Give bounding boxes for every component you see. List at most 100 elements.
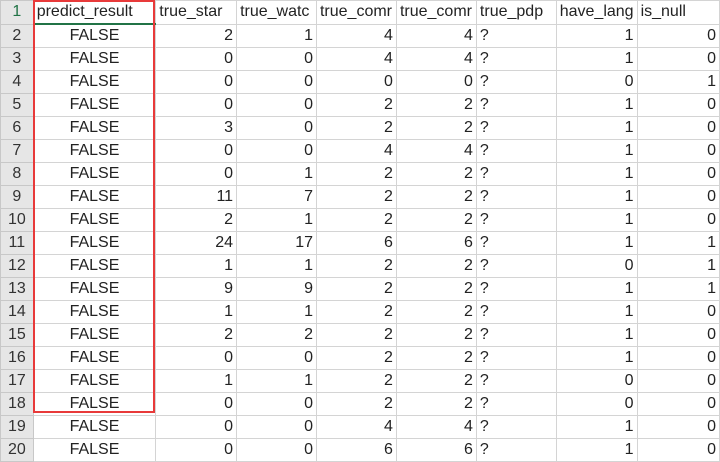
data-cell[interactable]: 1 — [636, 231, 720, 255]
column-header-cell[interactable]: true_star — [155, 0, 238, 25]
data-cell[interactable]: ? — [475, 369, 557, 393]
data-cell[interactable]: 4 — [395, 139, 477, 163]
data-cell[interactable]: 2 — [395, 185, 477, 209]
data-cell[interactable]: 2 — [395, 116, 477, 140]
data-cell[interactable]: 2 — [315, 277, 397, 301]
data-cell[interactable]: ? — [475, 231, 557, 255]
data-cell[interactable]: 1 — [236, 23, 317, 48]
data-cell[interactable]: 1 — [155, 369, 238, 393]
data-cell[interactable]: ? — [475, 185, 557, 209]
data-cell[interactable]: 0 — [555, 392, 638, 416]
data-cell[interactable]: 0 — [236, 438, 317, 462]
column-header-cell[interactable]: true_comr — [395, 0, 477, 25]
data-cell[interactable]: 2 — [395, 162, 477, 186]
data-cell[interactable]: 1 — [555, 277, 638, 301]
data-cell[interactable]: 1 — [555, 231, 638, 255]
data-cell[interactable]: ? — [475, 116, 557, 140]
data-cell[interactable]: ? — [475, 47, 557, 71]
data-cell[interactable]: 2 — [395, 323, 477, 347]
data-cell[interactable]: 0 — [155, 438, 238, 462]
data-cell[interactable]: 0 — [636, 162, 720, 186]
data-cell[interactable]: 2 — [395, 346, 477, 370]
column-header-cell[interactable]: true_watc — [236, 0, 317, 25]
data-cell[interactable]: 17 — [236, 231, 317, 255]
data-cell[interactable]: 0 — [155, 47, 238, 71]
data-cell[interactable]: ? — [475, 139, 557, 163]
data-cell[interactable]: 2 — [315, 369, 397, 393]
row-number[interactable]: 16 — [0, 346, 34, 370]
data-cell[interactable]: 0 — [236, 139, 317, 163]
data-cell[interactable]: 1 — [236, 162, 317, 186]
row-number[interactable]: 14 — [0, 300, 34, 324]
data-cell[interactable]: 4 — [315, 139, 397, 163]
data-cell[interactable]: 0 — [555, 369, 638, 393]
data-cell[interactable]: 0 — [236, 116, 317, 140]
data-cell[interactable]: 2 — [155, 208, 238, 232]
row-number[interactable]: 12 — [0, 254, 34, 278]
data-cell[interactable]: 2 — [315, 208, 397, 232]
data-cell[interactable]: FALSE — [32, 23, 157, 48]
row-number[interactable]: 2 — [0, 23, 34, 48]
row-number[interactable]: 4 — [0, 70, 34, 94]
data-cell[interactable]: FALSE — [32, 185, 157, 209]
data-cell[interactable]: FALSE — [32, 415, 157, 439]
data-cell[interactable]: 2 — [315, 254, 397, 278]
data-cell[interactable]: 1 — [555, 185, 638, 209]
data-cell[interactable]: 2 — [395, 208, 477, 232]
data-cell[interactable]: 0 — [236, 93, 317, 117]
data-cell[interactable]: 0 — [555, 70, 638, 94]
data-cell[interactable]: 2 — [395, 392, 477, 416]
data-cell[interactable]: 1 — [555, 415, 638, 439]
data-cell[interactable]: 0 — [636, 93, 720, 117]
data-cell[interactable]: FALSE — [32, 346, 157, 370]
data-cell[interactable]: 2 — [395, 300, 477, 324]
row-number[interactable]: 13 — [0, 277, 34, 301]
data-cell[interactable]: 0 — [236, 346, 317, 370]
data-cell[interactable]: ? — [475, 277, 557, 301]
data-cell[interactable]: 1 — [555, 162, 638, 186]
data-cell[interactable]: 2 — [315, 346, 397, 370]
data-cell[interactable]: 1 — [636, 277, 720, 301]
data-cell[interactable]: 2 — [315, 323, 397, 347]
data-cell[interactable]: 0 — [636, 346, 720, 370]
data-cell[interactable]: 0 — [636, 185, 720, 209]
data-cell[interactable]: 0 — [155, 346, 238, 370]
data-cell[interactable]: 0 — [636, 300, 720, 324]
data-cell[interactable]: FALSE — [32, 254, 157, 278]
data-cell[interactable]: 2 — [315, 93, 397, 117]
data-cell[interactable]: 0 — [236, 70, 317, 94]
data-cell[interactable]: 1 — [555, 93, 638, 117]
data-cell[interactable]: 1 — [555, 47, 638, 71]
data-cell[interactable]: 1 — [555, 346, 638, 370]
data-cell[interactable]: ? — [475, 208, 557, 232]
data-cell[interactable]: ? — [475, 392, 557, 416]
data-cell[interactable]: 0 — [155, 162, 238, 186]
data-cell[interactable]: 6 — [395, 231, 477, 255]
row-number[interactable]: 7 — [0, 139, 34, 163]
data-cell[interactable]: 0 — [636, 323, 720, 347]
data-cell[interactable]: 3 — [155, 116, 238, 140]
data-cell[interactable]: 9 — [236, 277, 317, 301]
row-number[interactable]: 8 — [0, 162, 34, 186]
data-cell[interactable]: 1 — [155, 300, 238, 324]
data-cell[interactable]: ? — [475, 438, 557, 462]
data-cell[interactable]: 1 — [555, 116, 638, 140]
data-cell[interactable]: 2 — [395, 369, 477, 393]
data-cell[interactable]: 2 — [236, 323, 317, 347]
data-cell[interactable]: FALSE — [32, 231, 157, 255]
data-cell[interactable]: 0 — [636, 392, 720, 416]
data-cell[interactable]: 1 — [236, 208, 317, 232]
data-cell[interactable]: 0 — [236, 47, 317, 71]
data-cell[interactable]: 0 — [395, 70, 477, 94]
row-number[interactable]: 1 — [0, 0, 34, 25]
row-number[interactable]: 17 — [0, 369, 34, 393]
data-cell[interactable]: ? — [475, 162, 557, 186]
data-cell[interactable]: 0 — [636, 438, 720, 462]
data-cell[interactable]: FALSE — [32, 300, 157, 324]
data-cell[interactable]: 1 — [555, 23, 638, 48]
row-number[interactable]: 20 — [0, 438, 34, 462]
data-cell[interactable]: 2 — [155, 23, 238, 48]
data-cell[interactable]: 1 — [636, 70, 720, 94]
data-cell[interactable]: 0 — [636, 208, 720, 232]
data-cell[interactable]: 0 — [315, 70, 397, 94]
